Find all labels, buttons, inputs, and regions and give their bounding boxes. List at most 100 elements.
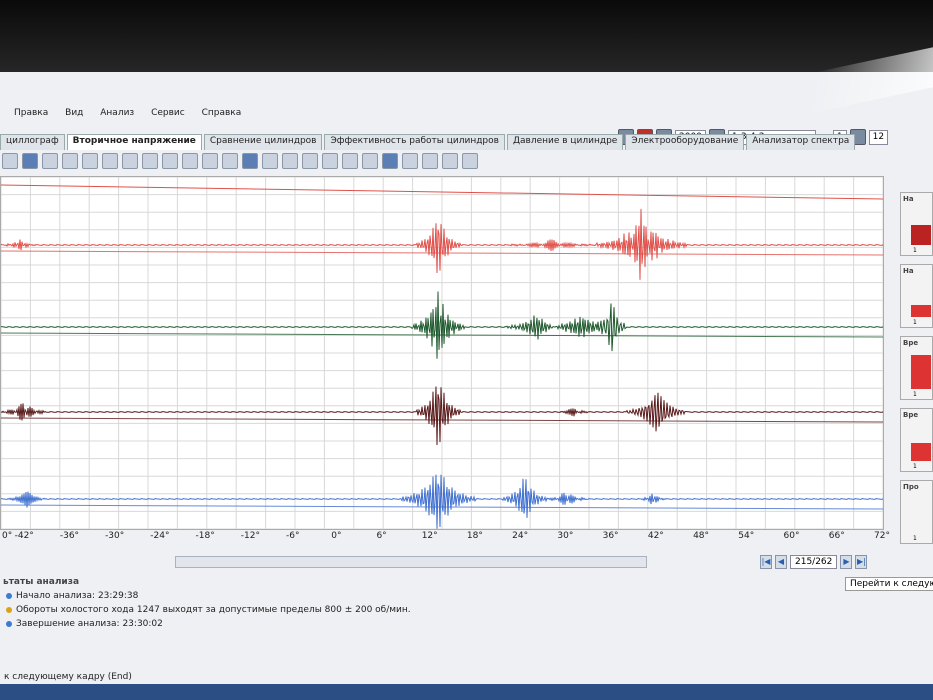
toolbar <box>0 152 892 170</box>
side-scale: 1 <box>913 247 917 254</box>
side-card-label: Про <box>903 483 919 491</box>
x-tick-label: 72° <box>874 531 890 541</box>
next-frame-button[interactable]: ▶ <box>840 555 853 569</box>
side-scale: 1 <box>913 391 917 398</box>
x-tick-label: 6° <box>376 531 387 541</box>
first-frame-button[interactable]: |◀ <box>760 555 772 569</box>
toolbar-button[interactable] <box>342 153 358 169</box>
panel-title: ьтаты анализа <box>3 577 80 587</box>
side-bar <box>911 443 931 461</box>
frame-counter: 215/262 <box>790 555 838 569</box>
side-bar <box>911 305 931 317</box>
taskbar[interactable] <box>0 684 933 700</box>
horizontal-scrollbar[interactable] <box>175 556 647 568</box>
side-scale: 1 <box>913 535 917 542</box>
tab-cylinder-comparison[interactable]: Сравнение цилиндров <box>203 134 323 150</box>
side-scale: 1 <box>913 319 917 326</box>
toolbar-button[interactable] <box>282 153 298 169</box>
tab-cylinder-pressure[interactable]: Давление в цилиндре <box>506 134 624 150</box>
warning-icon <box>6 607 12 613</box>
side-bar <box>911 225 931 245</box>
x-tick-label: 60° <box>783 531 800 541</box>
waveform-plot[interactable] <box>0 176 884 530</box>
x-tick-label: -24° <box>150 531 170 541</box>
app-window: Правка Вид Анализ Сервис Справка 2000 1-… <box>0 72 933 700</box>
menu-item-help[interactable]: Справка <box>202 108 242 118</box>
side-card-label: На <box>903 195 914 203</box>
side-card[interactable]: Вре 1 <box>900 336 933 400</box>
channel-select[interactable]: 12 <box>868 129 889 145</box>
toolbar-button[interactable] <box>442 153 458 169</box>
toolbar-button[interactable] <box>42 153 58 169</box>
tab-electrical[interactable]: Электрооборудование <box>625 134 745 150</box>
side-card[interactable]: На 1 <box>900 264 933 328</box>
menu-item-analysis[interactable]: Анализ <box>100 108 134 118</box>
side-card[interactable]: Про 1 <box>900 480 933 544</box>
toolbar-button[interactable] <box>382 153 398 169</box>
toolbar-button[interactable] <box>22 153 38 169</box>
x-tick-label: -36° <box>59 531 80 541</box>
tab-bar: циллограф Вторичное напряжение Сравнение… <box>0 134 857 150</box>
toolbar-button[interactable] <box>142 153 158 169</box>
toolbar-button[interactable] <box>162 153 178 169</box>
tab-secondary-voltage[interactable]: Вторичное напряжение <box>66 134 202 150</box>
menu-item-service[interactable]: Сервис <box>151 108 185 118</box>
toolbar-button[interactable] <box>322 153 338 169</box>
toolbar-button[interactable] <box>82 153 98 169</box>
prev-frame-button[interactable]: ◀ <box>775 555 787 569</box>
tab-oscillograph[interactable]: циллограф <box>0 134 65 150</box>
toolbar-button[interactable] <box>302 153 318 169</box>
toolbar-button[interactable] <box>2 153 18 169</box>
side-indicators: На 1 На 1 Вре 1 Вре 1 Про 1 <box>900 192 933 548</box>
toolbar-button[interactable] <box>422 153 438 169</box>
toolbar-button[interactable] <box>222 153 238 169</box>
x-tick-label: 36° <box>602 531 619 541</box>
analysis-results-panel: ьтаты анализа Начало анализа: 23:29:38 О… <box>0 577 933 629</box>
toolbar-button[interactable] <box>462 153 478 169</box>
x-tick-label: -42° <box>14 531 34 541</box>
toolbar-button[interactable] <box>182 153 198 169</box>
menu-item-view[interactable]: Вид <box>65 108 83 118</box>
toolbar-button[interactable] <box>402 153 418 169</box>
x-axis: 0° -42° -36° -30° -24° -18° -12° -6° 0° 6° 12° 18°… <box>0 531 890 545</box>
toolbar-button[interactable] <box>262 153 278 169</box>
side-card[interactable]: Вре 1 <box>900 408 933 472</box>
x-tick-label: -6° <box>286 531 300 541</box>
tab-spectrum[interactable]: Анализатор спектра <box>746 134 856 150</box>
info-icon <box>6 593 12 599</box>
x-tick-label: -12° <box>240 531 260 541</box>
log-text: Начало анализа: 23:29:38 <box>16 591 139 601</box>
tab-cylinder-efficiency[interactable]: Эффективность работы цилиндров <box>324 134 505 150</box>
last-frame-button[interactable]: ▶| <box>855 555 868 569</box>
x-tick-label: 24° <box>512 531 529 541</box>
log-line: Завершение анализа: 23:30:02 <box>6 619 933 629</box>
x-tick-label: 42° <box>647 531 664 541</box>
x-tick-label: 54° <box>738 531 755 541</box>
side-card-label: Вре <box>903 339 919 347</box>
menu-item-edit[interactable]: Правка <box>14 108 48 118</box>
info-icon <box>6 621 12 627</box>
toolbar-button[interactable] <box>62 153 78 169</box>
side-card-label: Вре <box>903 411 919 419</box>
x-tick-label: -18° <box>195 531 215 541</box>
side-bar <box>911 355 931 389</box>
log-text: Завершение анализа: 23:30:02 <box>16 619 163 629</box>
toolbar-button[interactable] <box>362 153 378 169</box>
x-tick-label: 12° <box>421 531 438 541</box>
toolbar-button[interactable] <box>202 153 218 169</box>
x-tick-label: 0° <box>331 531 342 541</box>
status-bar: к следующему кадру (End) <box>4 672 132 682</box>
axis-prefix-label: 0° <box>2 531 13 541</box>
toolbar-button[interactable] <box>122 153 138 169</box>
x-tick-label: 30° <box>557 531 574 541</box>
frame-navigation: |◀ ◀ 215/262 ▶ ▶| <box>760 555 868 569</box>
toolbar-button[interactable] <box>102 153 118 169</box>
monitor-bezel <box>0 0 933 72</box>
side-card[interactable]: На 1 <box>900 192 933 256</box>
log-text: Обороты холостого хода 1247 выходят за д… <box>16 605 411 615</box>
x-tick-label: 66° <box>828 531 845 541</box>
x-tick-label: 48° <box>693 531 710 541</box>
toolbar-button[interactable] <box>242 153 258 169</box>
side-card-label: На <box>903 267 914 275</box>
side-scale: 1 <box>913 463 917 470</box>
